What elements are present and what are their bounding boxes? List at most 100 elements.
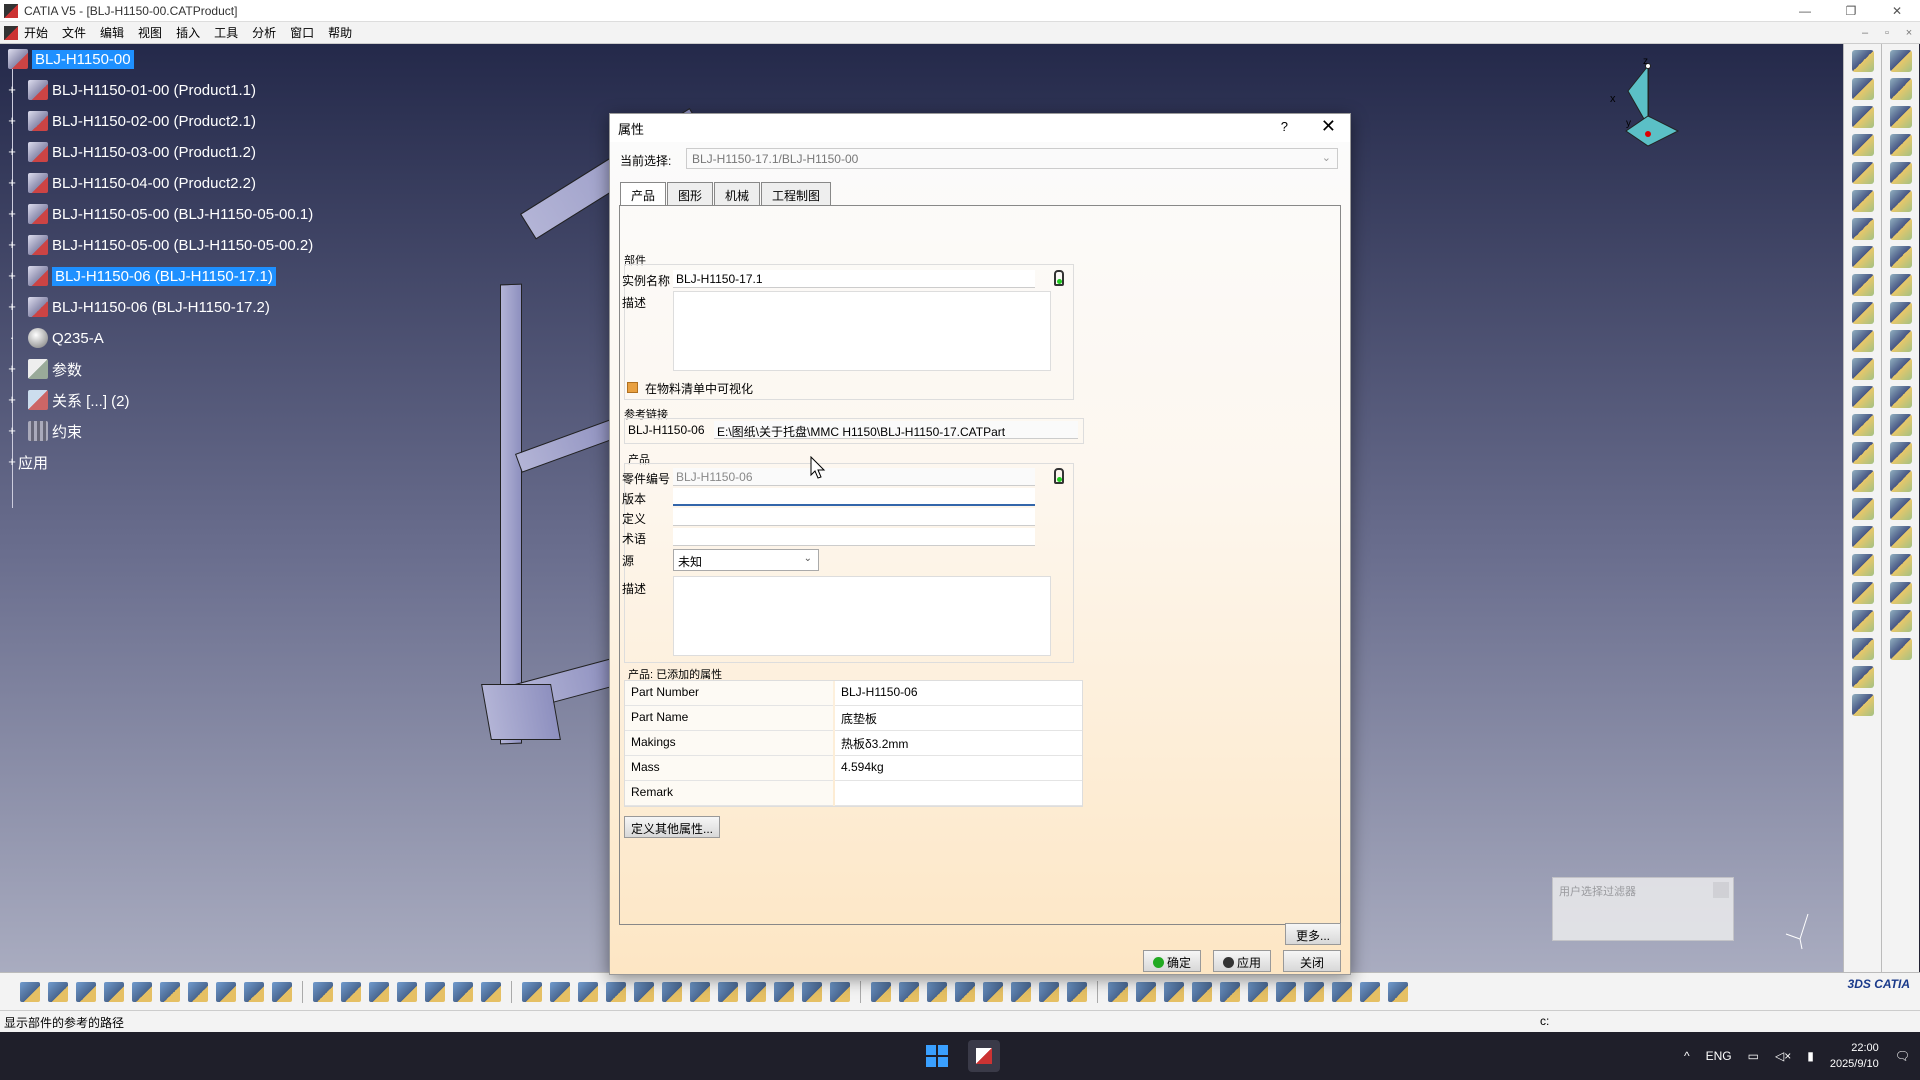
clock[interactable]: 22:00 2025/9/10 [1830, 1040, 1879, 1072]
expand-icon[interactable]: + [6, 269, 18, 282]
normal-view-icon[interactable] [690, 981, 710, 1002]
source-select[interactable]: 未知 ⌄ [673, 549, 819, 571]
toolbar-tool-icon[interactable] [1889, 218, 1912, 240]
close-button[interactable]: 关闭 [1283, 950, 1341, 972]
toolbar-tool-icon[interactable] [1851, 582, 1874, 604]
frame-bracket[interactable] [481, 684, 561, 740]
expand-icon[interactable]: + [6, 393, 18, 406]
fly-mode-icon[interactable] [522, 981, 542, 1002]
toolbar-tool-icon[interactable] [1851, 610, 1874, 632]
whats-this-icon[interactable] [272, 981, 292, 1002]
user-selection-filter[interactable]: 用户选择过滤器 [1552, 877, 1734, 941]
expand-icon[interactable]: + [6, 145, 18, 158]
toolbar-tool-icon[interactable] [1851, 358, 1874, 380]
nomenclature-field[interactable] [673, 528, 1035, 546]
menu-start[interactable]: 开始 [20, 24, 58, 41]
close-window-button[interactable]: ✕ [1874, 0, 1920, 22]
tab-graphic[interactable]: 图形 [667, 182, 714, 205]
toolbar-tool-icon[interactable] [1011, 981, 1031, 1002]
network-icon[interactable]: ▭ [1748, 1049, 1759, 1063]
toolbar-tool-icon[interactable] [1851, 302, 1874, 324]
tree-item-product[interactable]: + BLJ-H1150-02-00 (Product2.1) [0, 108, 256, 134]
toolbar-tool-icon[interactable] [1851, 526, 1874, 548]
maximize-button[interactable]: ❐ [1828, 0, 1874, 22]
reference-link-path[interactable]: E:\图纸\关于托盘\MMC H1150\BLJ-H1150-17.CATPar… [714, 421, 1078, 439]
expand-icon[interactable]: + [6, 238, 18, 251]
toolbar-tool-icon[interactable] [1248, 981, 1268, 1002]
command-input[interactable]: c: [1540, 1014, 1549, 1028]
multi-view-icon[interactable] [718, 981, 738, 1002]
frame-beam[interactable] [500, 283, 522, 745]
toolbar-tool-icon[interactable] [1851, 106, 1874, 128]
property-value-field[interactable]: BLJ-H1150-06 [835, 681, 1082, 706]
toolbar-tool-icon[interactable] [1851, 638, 1874, 660]
toolbar-tool-icon[interactable] [1851, 330, 1874, 352]
document-icon[interactable] [4, 25, 18, 40]
minimize-button[interactable]: — [1782, 0, 1828, 22]
expand-icon[interactable]: + [6, 455, 18, 468]
undo-icon[interactable] [216, 981, 236, 1002]
expand-icon[interactable]: + [6, 362, 18, 375]
expand-icon[interactable]: + [6, 300, 18, 313]
hide-show-icon[interactable] [802, 981, 822, 1002]
toolbar-tool-icon[interactable] [1889, 330, 1912, 352]
paste-icon[interactable] [188, 981, 208, 1002]
notification-icon[interactable]: 🗨 [1895, 1049, 1910, 1063]
redo-icon[interactable] [244, 981, 264, 1002]
tree-item-product[interactable]: + BLJ-H1150-03-00 (Product1.2) [0, 139, 256, 165]
expand-icon[interactable]: + [6, 83, 18, 96]
menu-window[interactable]: 窗口 [286, 24, 324, 41]
input-language[interactable]: ENG [1706, 1049, 1732, 1063]
toolbar-tool-icon[interactable] [983, 981, 1003, 1002]
ok-button[interactable]: 确定 [1143, 950, 1201, 972]
toolbar-tool-icon[interactable] [1851, 666, 1874, 688]
toolbar-tool-icon[interactable] [1067, 981, 1087, 1002]
swap-visible-icon[interactable] [830, 981, 850, 1002]
toolbar-tool-icon[interactable] [871, 981, 891, 1002]
select-arrow-icon[interactable] [1889, 78, 1912, 100]
lock-icon[interactable] [1054, 270, 1064, 286]
tree-item-product[interactable]: + BLJ-H1150-01-00 (Product1.1) [0, 77, 256, 103]
menu-view[interactable]: 视图 [134, 24, 172, 41]
new-file-icon[interactable] [20, 981, 40, 1002]
pan-icon[interactable] [578, 981, 598, 1002]
toolbar-tool-icon[interactable] [1851, 246, 1874, 268]
menu-help[interactable]: 帮助 [324, 24, 362, 41]
toolbar-tool-icon[interactable] [1276, 981, 1296, 1002]
toolbar-tool-icon[interactable] [1889, 358, 1912, 380]
expand-icon[interactable]: + [6, 424, 18, 437]
toolbar-tool-icon[interactable] [1889, 50, 1912, 72]
shading-icon[interactable] [774, 981, 794, 1002]
toolbar-tool-icon[interactable] [1889, 638, 1912, 660]
cut-icon[interactable] [132, 981, 152, 1002]
menu-edit[interactable]: 编辑 [96, 24, 134, 41]
toolbar-tool-icon[interactable] [1889, 274, 1912, 296]
toolbar-tool-icon[interactable] [1851, 134, 1874, 156]
windows-start-icon[interactable] [926, 1045, 948, 1067]
catia-taskbar-icon[interactable] [968, 1040, 1000, 1072]
toolbar-tool-icon[interactable] [1851, 386, 1874, 408]
property-value-field[interactable]: 4.594kg [835, 756, 1082, 781]
toolbar-tool-icon[interactable] [1889, 190, 1912, 212]
part-number-field[interactable]: BLJ-H1150-06 [673, 468, 1035, 486]
toolbar-tool-icon[interactable] [1192, 981, 1212, 1002]
instance-name-field[interactable]: BLJ-H1150-17.1 [673, 270, 1035, 288]
toolbar-tool-icon[interactable] [899, 981, 919, 1002]
toolbar-tool-icon[interactable] [1889, 162, 1912, 184]
expand-icon[interactable]: + [6, 207, 18, 220]
toolbar-tool-icon[interactable] [481, 981, 501, 1002]
tab-drafting[interactable]: 工程制图 [761, 182, 832, 205]
toolbar-tool-icon[interactable] [1889, 246, 1912, 268]
doc-close-button[interactable]: × [1898, 27, 1920, 39]
toolbar-tool-icon[interactable] [1332, 981, 1352, 1002]
save-icon[interactable] [76, 981, 96, 1002]
toolbar-tool-icon[interactable] [1889, 134, 1912, 156]
menu-insert[interactable]: 插入 [172, 24, 210, 41]
menu-analysis[interactable]: 分析 [248, 24, 286, 41]
toolbar-tool-icon[interactable] [1889, 386, 1912, 408]
tree-item-material[interactable]: · Q235-A [0, 325, 104, 351]
tree-item-parameters[interactable]: + 参数 [0, 356, 82, 382]
toolbar-tool-icon[interactable] [1889, 470, 1912, 492]
tree-item-product[interactable]: + BLJ-H1150-05-00 (BLJ-H1150-05-00.2) [0, 232, 313, 258]
more-button[interactable]: 更多... [1285, 923, 1341, 945]
